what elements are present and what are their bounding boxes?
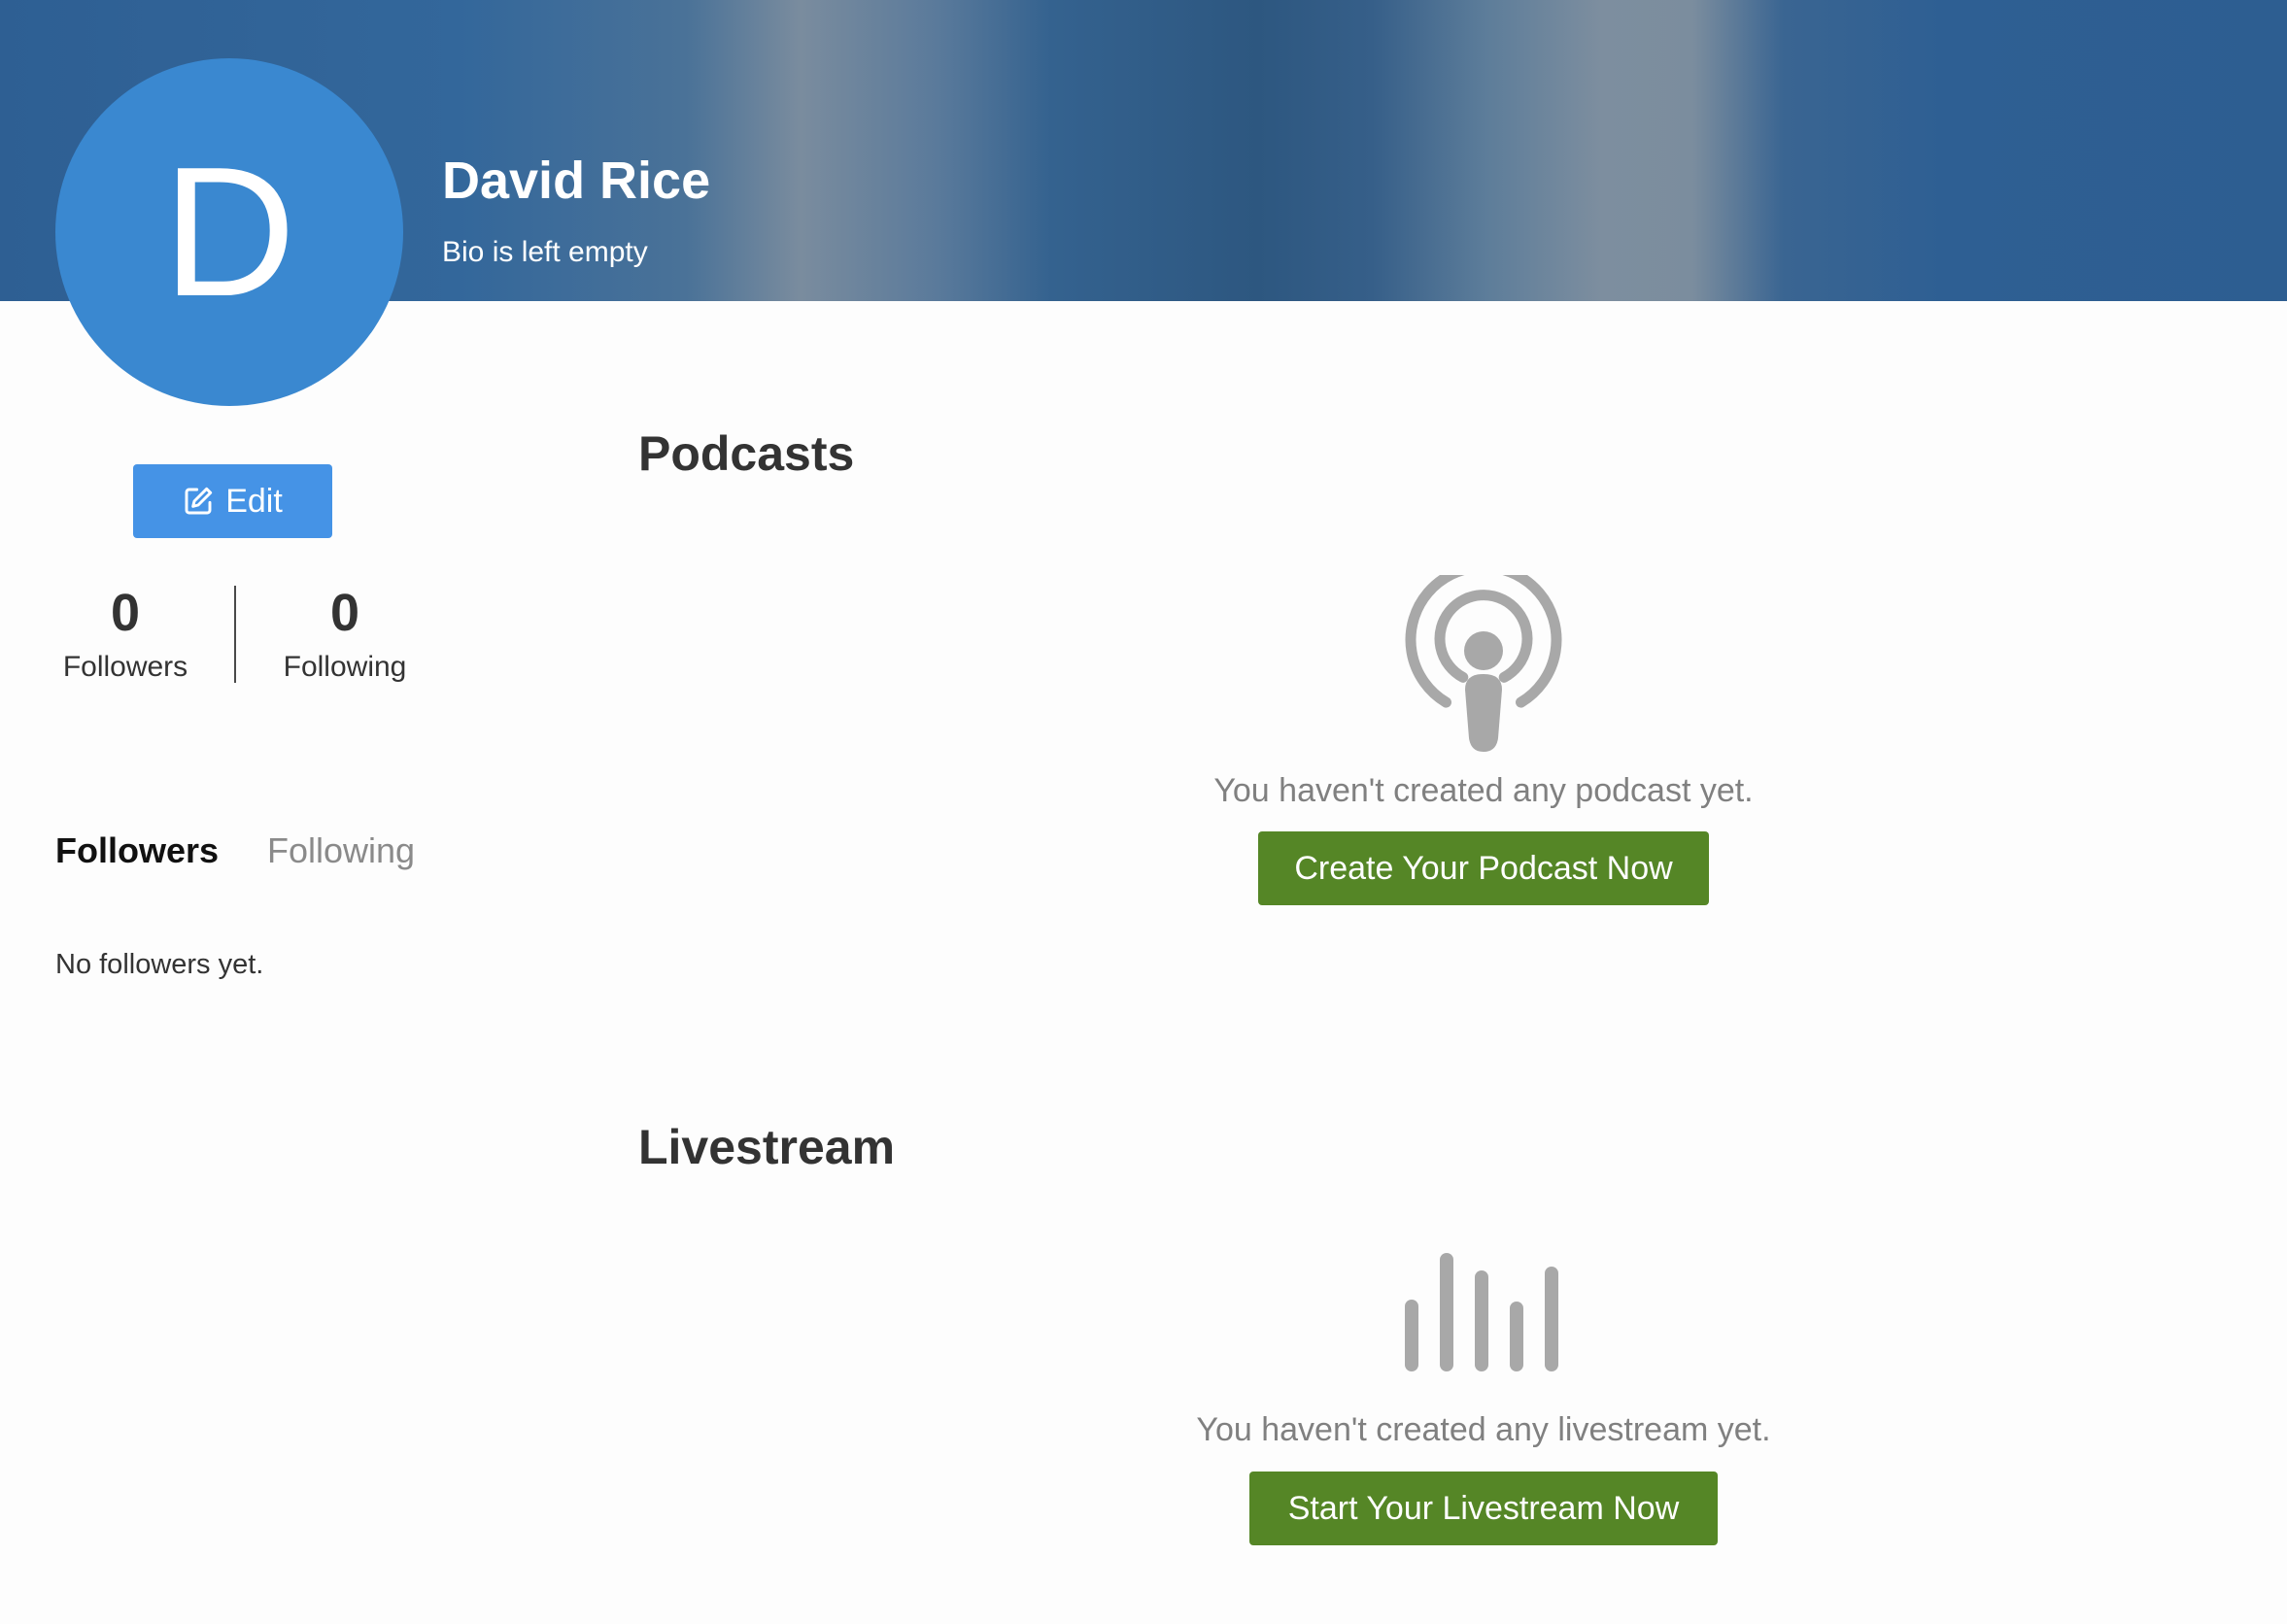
start-livestream-button[interactable]: Start Your Livestream Now bbox=[1249, 1472, 1718, 1545]
livestream-heading: Livestream bbox=[638, 1120, 896, 1174]
followers-stat-label: Followers bbox=[62, 651, 188, 683]
podcast-icon bbox=[1405, 575, 1562, 752]
edit-button-label: Edit bbox=[225, 482, 283, 520]
stats-divider bbox=[234, 586, 236, 683]
followers-stat[interactable]: 0 Followers bbox=[28, 581, 222, 684]
audio-bars-icon bbox=[1405, 1253, 1558, 1371]
profile-bio: Bio is left empty bbox=[442, 236, 648, 268]
following-stat[interactable]: 0 Following bbox=[248, 581, 442, 684]
avatar: D bbox=[55, 58, 403, 406]
following-count: 0 bbox=[329, 584, 360, 642]
livestream-empty-message: You haven't created any livestream yet. bbox=[1196, 1411, 1771, 1448]
edit-icon bbox=[185, 487, 213, 515]
avatar-initial: D bbox=[162, 129, 296, 335]
tab-following[interactable]: Following bbox=[267, 830, 415, 871]
followers-count: 0 bbox=[110, 584, 141, 642]
profile-name: David Rice bbox=[442, 152, 711, 210]
podcast-empty-message: You haven't created any podcast yet. bbox=[1213, 772, 1754, 809]
podcasts-heading: Podcasts bbox=[638, 426, 855, 481]
followers-empty-message: No followers yet. bbox=[55, 949, 264, 980]
create-podcast-button[interactable]: Create Your Podcast Now bbox=[1258, 831, 1709, 905]
tab-followers[interactable]: Followers bbox=[55, 830, 219, 871]
following-stat-label: Following bbox=[283, 651, 407, 683]
edit-profile-button[interactable]: Edit bbox=[133, 464, 332, 538]
